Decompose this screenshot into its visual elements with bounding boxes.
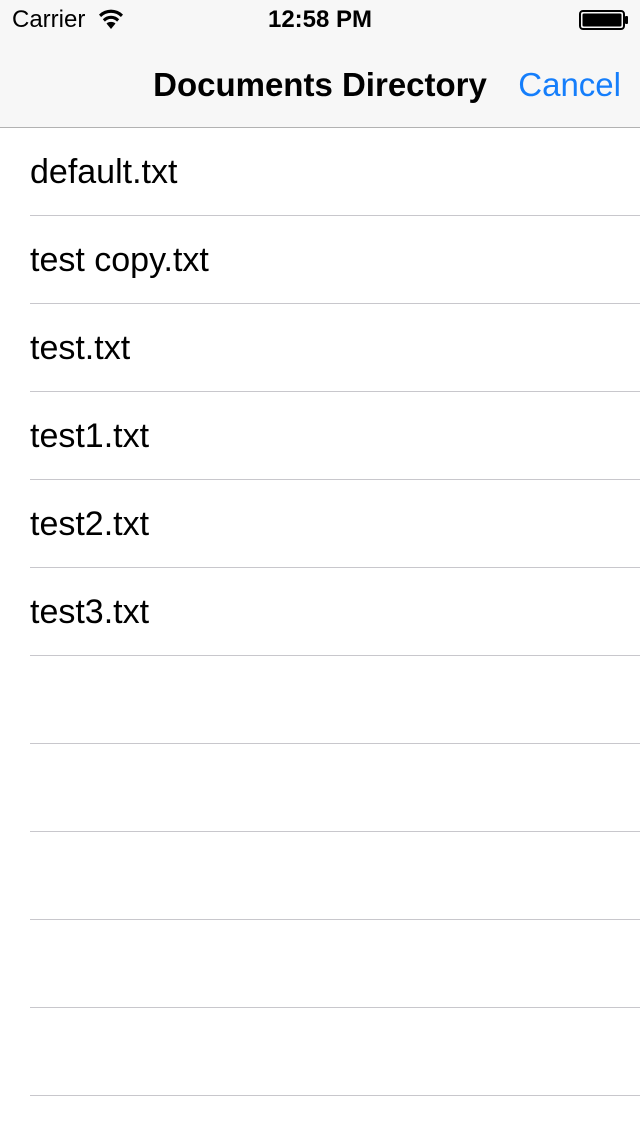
file-name: test copy.txt (30, 241, 209, 279)
file-row[interactable]: test2.txt (0, 480, 640, 568)
navigation-bar: Documents Directory Cancel (0, 40, 640, 128)
clock: 12:58 PM (267, 6, 373, 33)
file-row[interactable]: test.txt (0, 304, 640, 392)
battery-icon (579, 10, 628, 30)
file-name: test2.txt (30, 505, 150, 543)
empty-row (0, 1008, 640, 1096)
top-bar: Carrier 12:58 PM Documents Directory Can… (0, 0, 640, 128)
screen: Carrier 12:58 PM Documents Directory Can… (0, 0, 640, 1136)
file-row[interactable]: test copy.txt (0, 216, 640, 304)
file-name: test1.txt (30, 417, 150, 455)
file-name: test.txt (30, 329, 131, 367)
file-row[interactable]: test1.txt (0, 392, 640, 480)
file-row[interactable]: test3.txt (0, 568, 640, 656)
file-row[interactable]: default.txt (0, 128, 640, 216)
file-name: default.txt (30, 153, 178, 191)
file-list: default.txt test copy.txt test.txt test1… (0, 128, 640, 1136)
empty-row (0, 656, 640, 744)
file-name: test3.txt (30, 593, 150, 631)
page-title: Documents Directory (153, 66, 487, 103)
cancel-button[interactable]: Cancel (518, 66, 621, 104)
empty-row (0, 920, 640, 1008)
status-bar: Carrier 12:58 PM (0, 0, 640, 40)
empty-row (0, 744, 640, 832)
empty-row (0, 832, 640, 920)
